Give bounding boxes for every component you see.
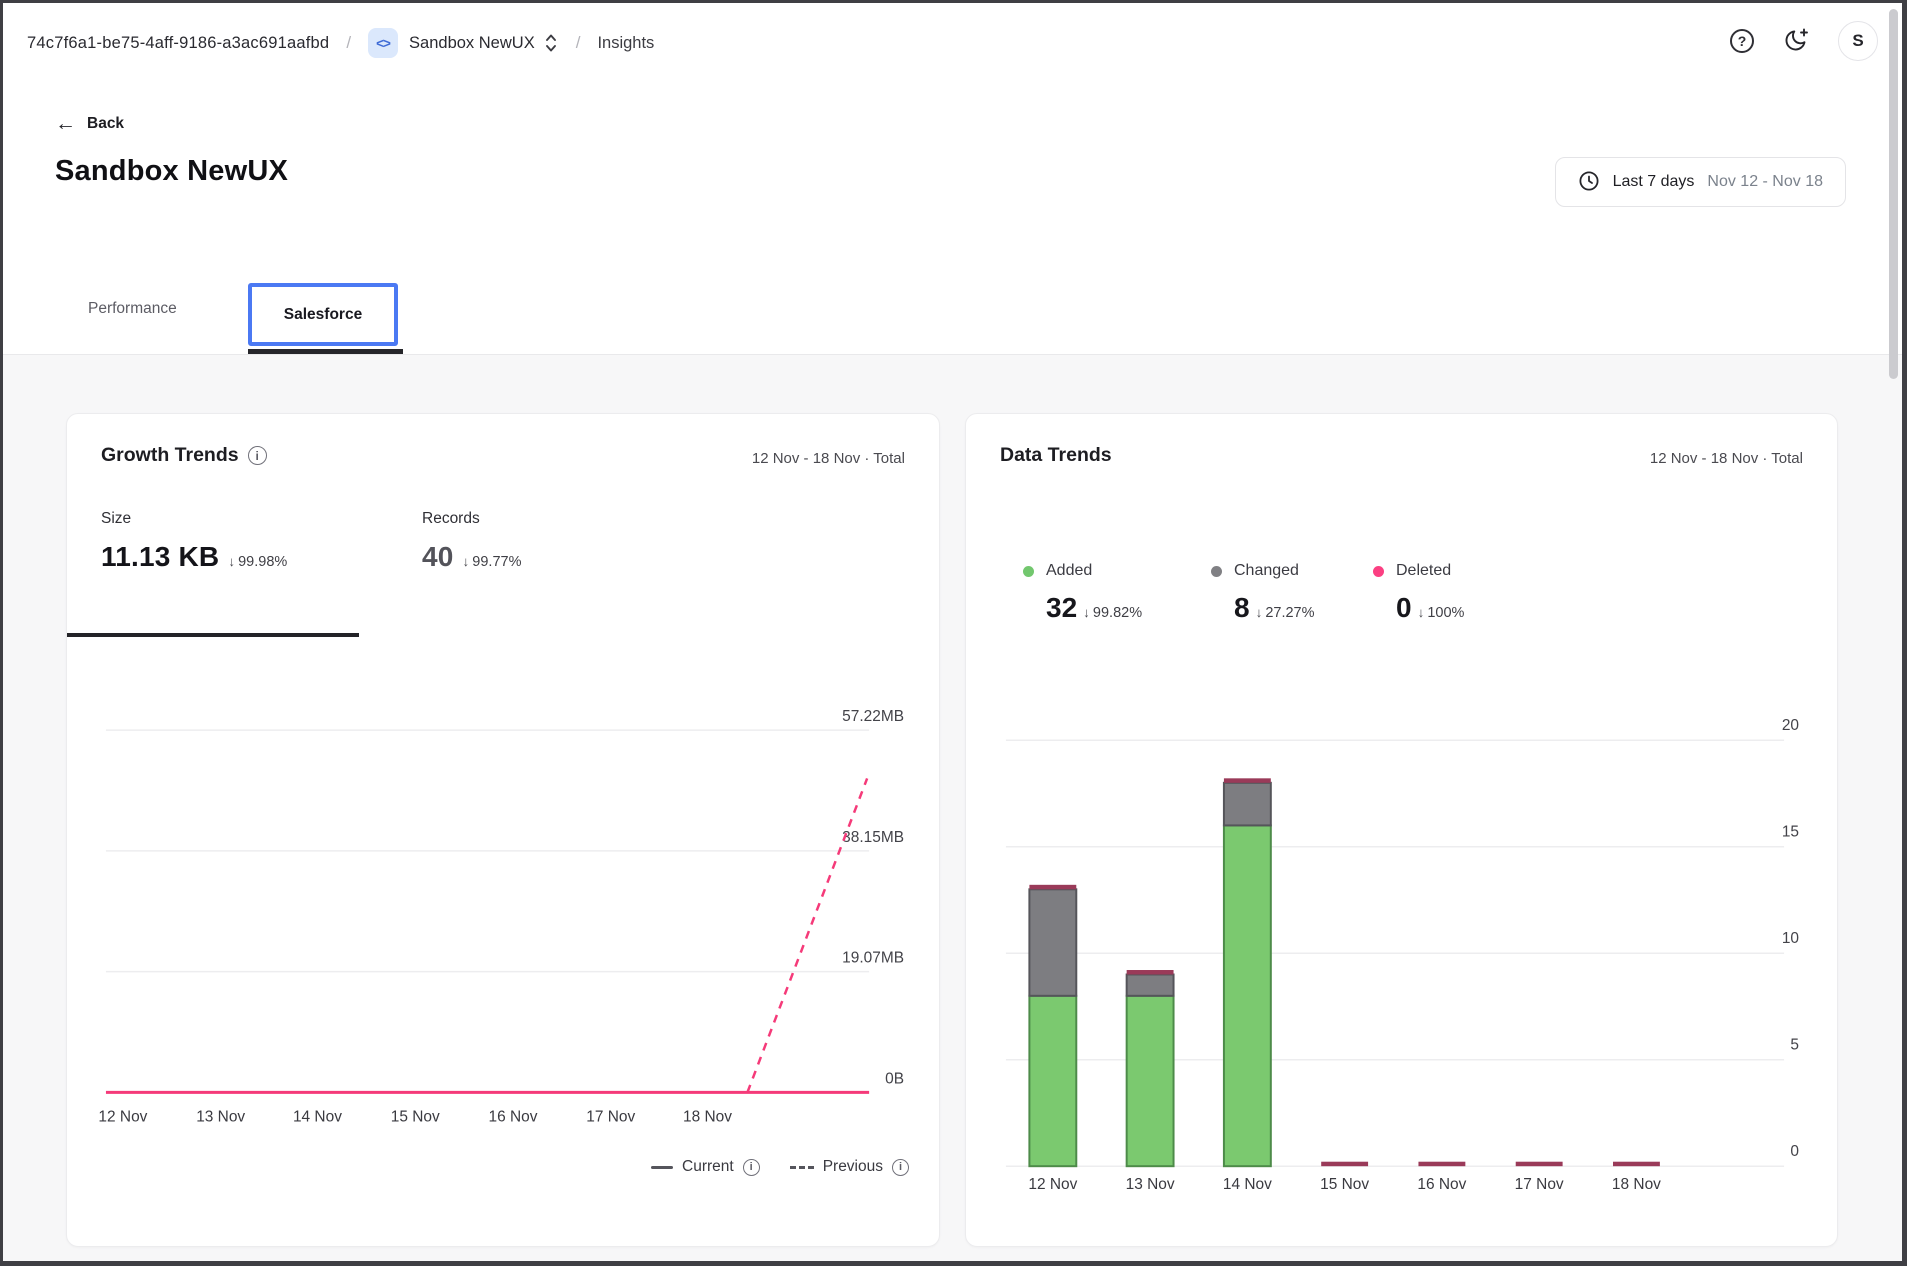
chevron-updown-icon[interactable] bbox=[543, 30, 559, 56]
svg-text:18 Nov: 18 Nov bbox=[1612, 1176, 1661, 1193]
svg-text:14 Nov: 14 Nov bbox=[1223, 1176, 1272, 1193]
date-range-button[interactable]: Last 7 days Nov 12 - Nov 18 bbox=[1555, 157, 1846, 207]
svg-text:13 Nov: 13 Nov bbox=[196, 1108, 245, 1125]
help-icon: ? bbox=[1730, 29, 1754, 53]
tab-performance[interactable]: Performance bbox=[88, 300, 177, 318]
svg-text:20: 20 bbox=[1782, 717, 1799, 734]
date-preset-label: Last 7 days bbox=[1613, 173, 1695, 191]
breadcrumb-current-page: Insights bbox=[597, 34, 654, 53]
back-arrow-icon: ← bbox=[55, 113, 76, 134]
svg-text:15 Nov: 15 Nov bbox=[391, 1108, 440, 1125]
user-avatar[interactable]: S bbox=[1838, 21, 1878, 61]
dashed-line-swatch bbox=[790, 1166, 814, 1169]
svg-text:16 Nov: 16 Nov bbox=[488, 1108, 537, 1125]
breadcrumb-org-id[interactable]: 74c7f6a1-be75-4aff-9186-a3ac691aafbd bbox=[27, 34, 329, 53]
svg-text:12 Nov: 12 Nov bbox=[1028, 1176, 1077, 1193]
growth-chart-legend: Current i Previous i bbox=[651, 1158, 909, 1176]
growth-trends-card: Growth Trends i 12 Nov - 18 Nov · Total … bbox=[66, 413, 940, 1247]
svg-text:13 Nov: 13 Nov bbox=[1126, 1176, 1175, 1193]
data-trends-chart: 0 5 10 15 20 12 Nov 13 Nov 14 Nov 15 Nov 16 Nov 17… bbox=[966, 414, 1837, 1246]
tab-salesforce[interactable]: Salesforce bbox=[248, 283, 398, 346]
active-tab-underline bbox=[248, 349, 403, 354]
svg-text:17 Nov: 17 Nov bbox=[586, 1108, 635, 1125]
growth-trends-chart: 57.22MB 38.15MB 19.07MB 0B 12 Nov 13 Nov 14 No… bbox=[67, 414, 939, 1246]
scrollbar-thumb[interactable] bbox=[1889, 9, 1898, 379]
page-title: Sandbox NewUX bbox=[55, 155, 288, 188]
app-window: 74c7f6a1-be75-4aff-9186-a3ac691aafbd / <… bbox=[0, 0, 1907, 1266]
svg-text:17 Nov: 17 Nov bbox=[1515, 1176, 1564, 1193]
svg-text:16 Nov: 16 Nov bbox=[1417, 1176, 1466, 1193]
svg-text:10: 10 bbox=[1782, 930, 1799, 947]
topbar-actions: ? S bbox=[1730, 3, 1878, 79]
svg-text:15: 15 bbox=[1782, 824, 1799, 841]
breadcrumb-separator: / bbox=[576, 33, 581, 53]
page: 74c7f6a1-be75-4aff-9186-a3ac691aafbd / <… bbox=[3, 3, 1902, 1261]
svg-text:12 Nov: 12 Nov bbox=[98, 1108, 147, 1125]
legend-current: Current i bbox=[651, 1158, 760, 1176]
svg-text:19.07MB: 19.07MB bbox=[842, 950, 904, 967]
theme-toggle-button[interactable] bbox=[1782, 26, 1810, 57]
back-label: Back bbox=[87, 115, 124, 133]
svg-text:14 Nov: 14 Nov bbox=[293, 1108, 342, 1125]
code-badge-icon: <> bbox=[368, 28, 398, 58]
svg-text:57.22MB: 57.22MB bbox=[842, 708, 904, 725]
avatar-initial: S bbox=[1838, 21, 1878, 61]
svg-text:15 Nov: 15 Nov bbox=[1320, 1176, 1369, 1193]
svg-text:5: 5 bbox=[1790, 1037, 1799, 1054]
legend-previous: Previous i bbox=[790, 1158, 909, 1176]
info-icon[interactable]: i bbox=[743, 1159, 760, 1176]
svg-text:18 Nov: 18 Nov bbox=[683, 1108, 732, 1125]
svg-text:38.15MB: 38.15MB bbox=[842, 829, 904, 846]
solid-line-swatch bbox=[651, 1166, 673, 1169]
breadcrumb-separator: / bbox=[346, 33, 351, 53]
info-icon[interactable]: i bbox=[892, 1159, 909, 1176]
breadcrumb-project-selector[interactable]: Sandbox NewUX bbox=[409, 34, 535, 53]
data-trends-card: Data Trends 12 Nov - 18 Nov · Total Adde… bbox=[965, 413, 1838, 1247]
breadcrumb: 74c7f6a1-be75-4aff-9186-a3ac691aafbd / <… bbox=[27, 25, 654, 61]
svg-text:0B: 0B bbox=[885, 1070, 904, 1087]
date-range-label: Nov 12 - Nov 18 bbox=[1707, 173, 1823, 191]
svg-text:0: 0 bbox=[1790, 1143, 1799, 1160]
moon-icon bbox=[1782, 26, 1810, 57]
header: 74c7f6a1-be75-4aff-9186-a3ac691aafbd / <… bbox=[3, 3, 1902, 355]
clock-icon bbox=[1578, 170, 1600, 195]
help-button[interactable]: ? bbox=[1730, 29, 1754, 53]
back-button[interactable]: ← Back bbox=[55, 113, 124, 134]
